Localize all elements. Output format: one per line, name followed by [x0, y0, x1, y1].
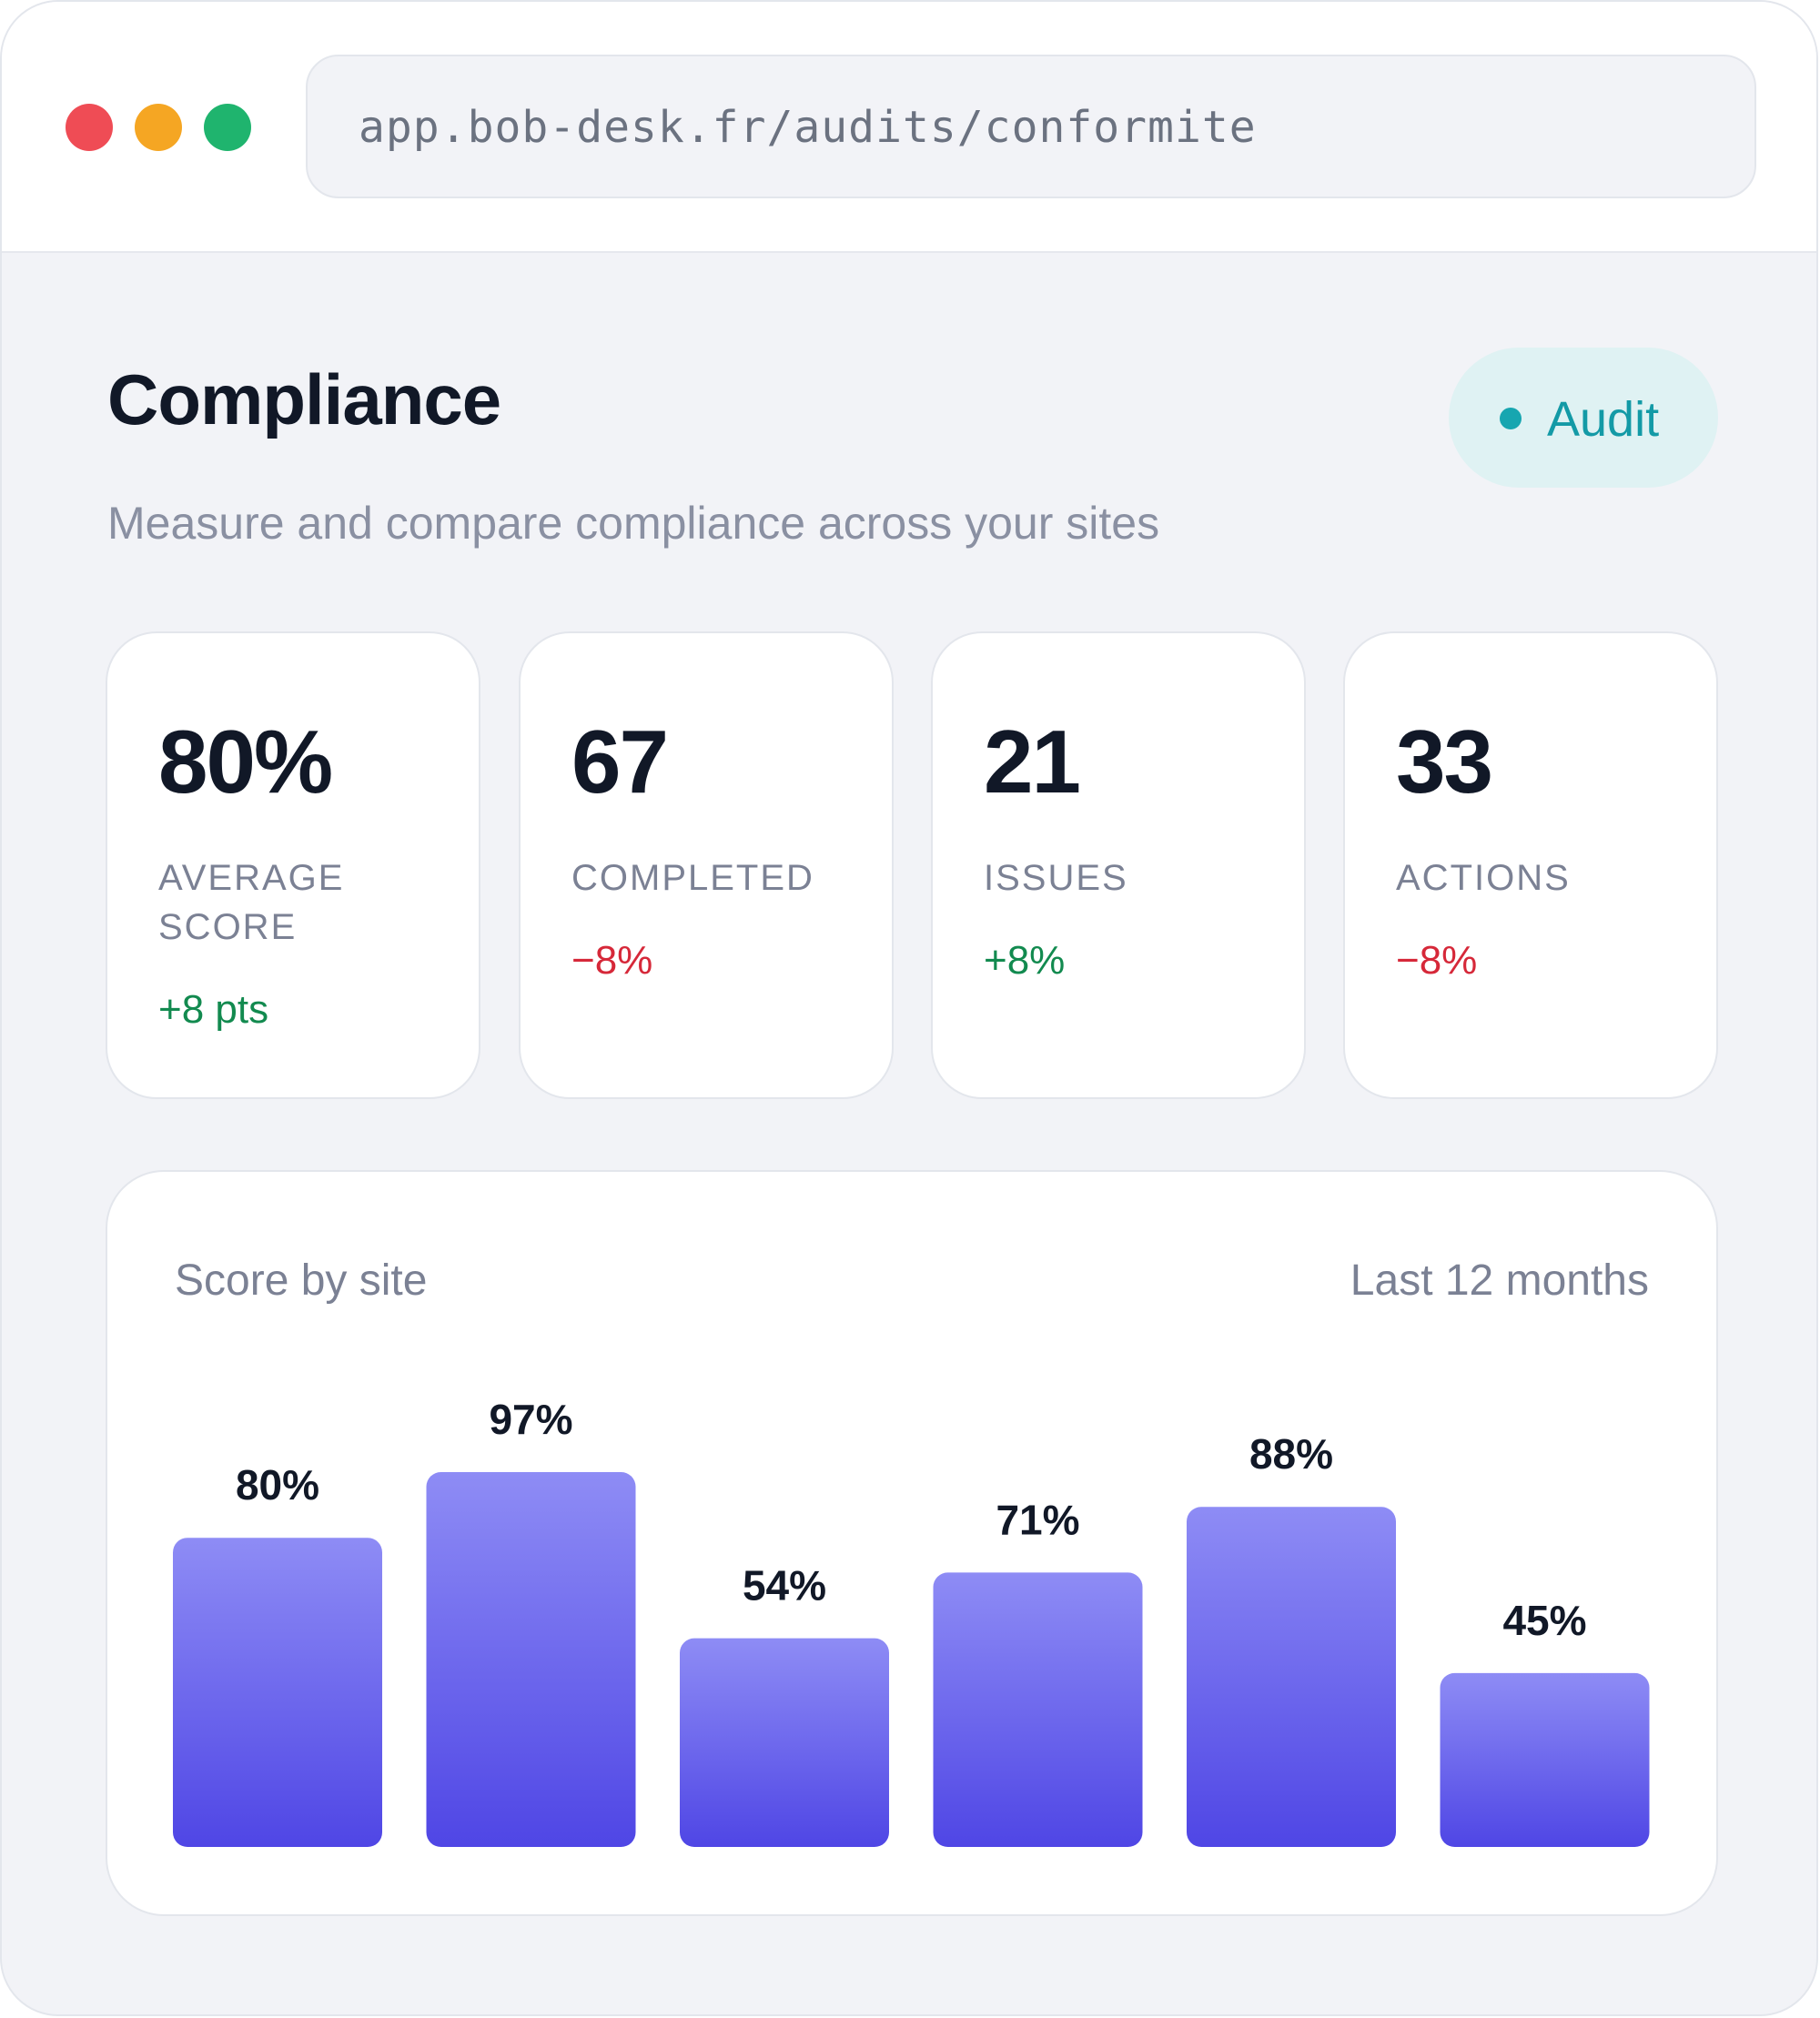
kpi-delta: +8%: [984, 938, 1066, 983]
kpi-label: COMPLETED: [571, 858, 814, 898]
kpi-card-actions: 33 ACTIONS −8%: [1343, 631, 1718, 1099]
bar-value-label: 54%: [743, 1562, 826, 1609]
kpi-value: 21: [984, 711, 1081, 812]
audit-badge-label: Audit: [1547, 392, 1660, 447]
chart-bar[interactable]: [1440, 1672, 1650, 1847]
kpi-delta: +8 pts: [158, 987, 269, 1032]
page-subtitle: Measure and compare compliance across yo…: [107, 498, 1160, 549]
kpi-card-completed: 67 COMPLETED −8%: [519, 631, 894, 1099]
maximize-window-button[interactable]: [204, 104, 251, 151]
audit-badge[interactable]: Audit: [1449, 348, 1718, 488]
bar-value-label: 97%: [489, 1396, 572, 1443]
chart-bar[interactable]: [173, 1538, 382, 1847]
minimize-window-button[interactable]: [135, 104, 182, 151]
score-bar-chart: 80% 97% 54% 71% 88% 45%: [173, 1396, 1650, 1847]
bar-value-label: 45%: [1502, 1597, 1586, 1644]
kpi-card-average-score: 80% AVERAGE SCORE +8 pts: [106, 631, 480, 1099]
close-window-button[interactable]: [66, 104, 113, 151]
browser-window: app.bob-desk.fr/audits/conformite Compli…: [0, 0, 1818, 2016]
status-dot-icon: [1500, 408, 1522, 429]
address-bar[interactable]: app.bob-desk.fr/audits/conformite: [306, 55, 1756, 198]
chart-bar[interactable]: [426, 1472, 636, 1847]
browser-titlebar: app.bob-desk.fr/audits/conformite: [2, 2, 1816, 253]
url-text: app.bob-desk.fr/audits/conformite: [359, 102, 1257, 153]
chart-bar[interactable]: [933, 1572, 1143, 1847]
kpi-value: 80%: [158, 711, 333, 812]
bar-value-label: 71%: [996, 1496, 1079, 1543]
kpi-value: 67: [571, 711, 669, 812]
kpi-label: ACTIONS: [1396, 858, 1571, 898]
chart-bar[interactable]: [680, 1638, 889, 1847]
kpi-label: ISSUES: [984, 858, 1128, 898]
kpi-delta: −8%: [1396, 938, 1478, 983]
bar-value-label: 80%: [236, 1461, 319, 1508]
kpi-value: 33: [1396, 711, 1493, 812]
page-title: Compliance: [107, 359, 501, 439]
kpi-label: AVERAGE SCORE: [158, 858, 345, 947]
kpi-delta: −8%: [571, 938, 653, 983]
score-by-site-chart-card: Score by site Last 12 months 80% 97% 54% 71…: [106, 1170, 1718, 1916]
bar-value-label: 88%: [1249, 1430, 1333, 1478]
chart-bar[interactable]: [1187, 1507, 1396, 1847]
kpi-card-issues: 21 ISSUES +8%: [931, 631, 1306, 1099]
